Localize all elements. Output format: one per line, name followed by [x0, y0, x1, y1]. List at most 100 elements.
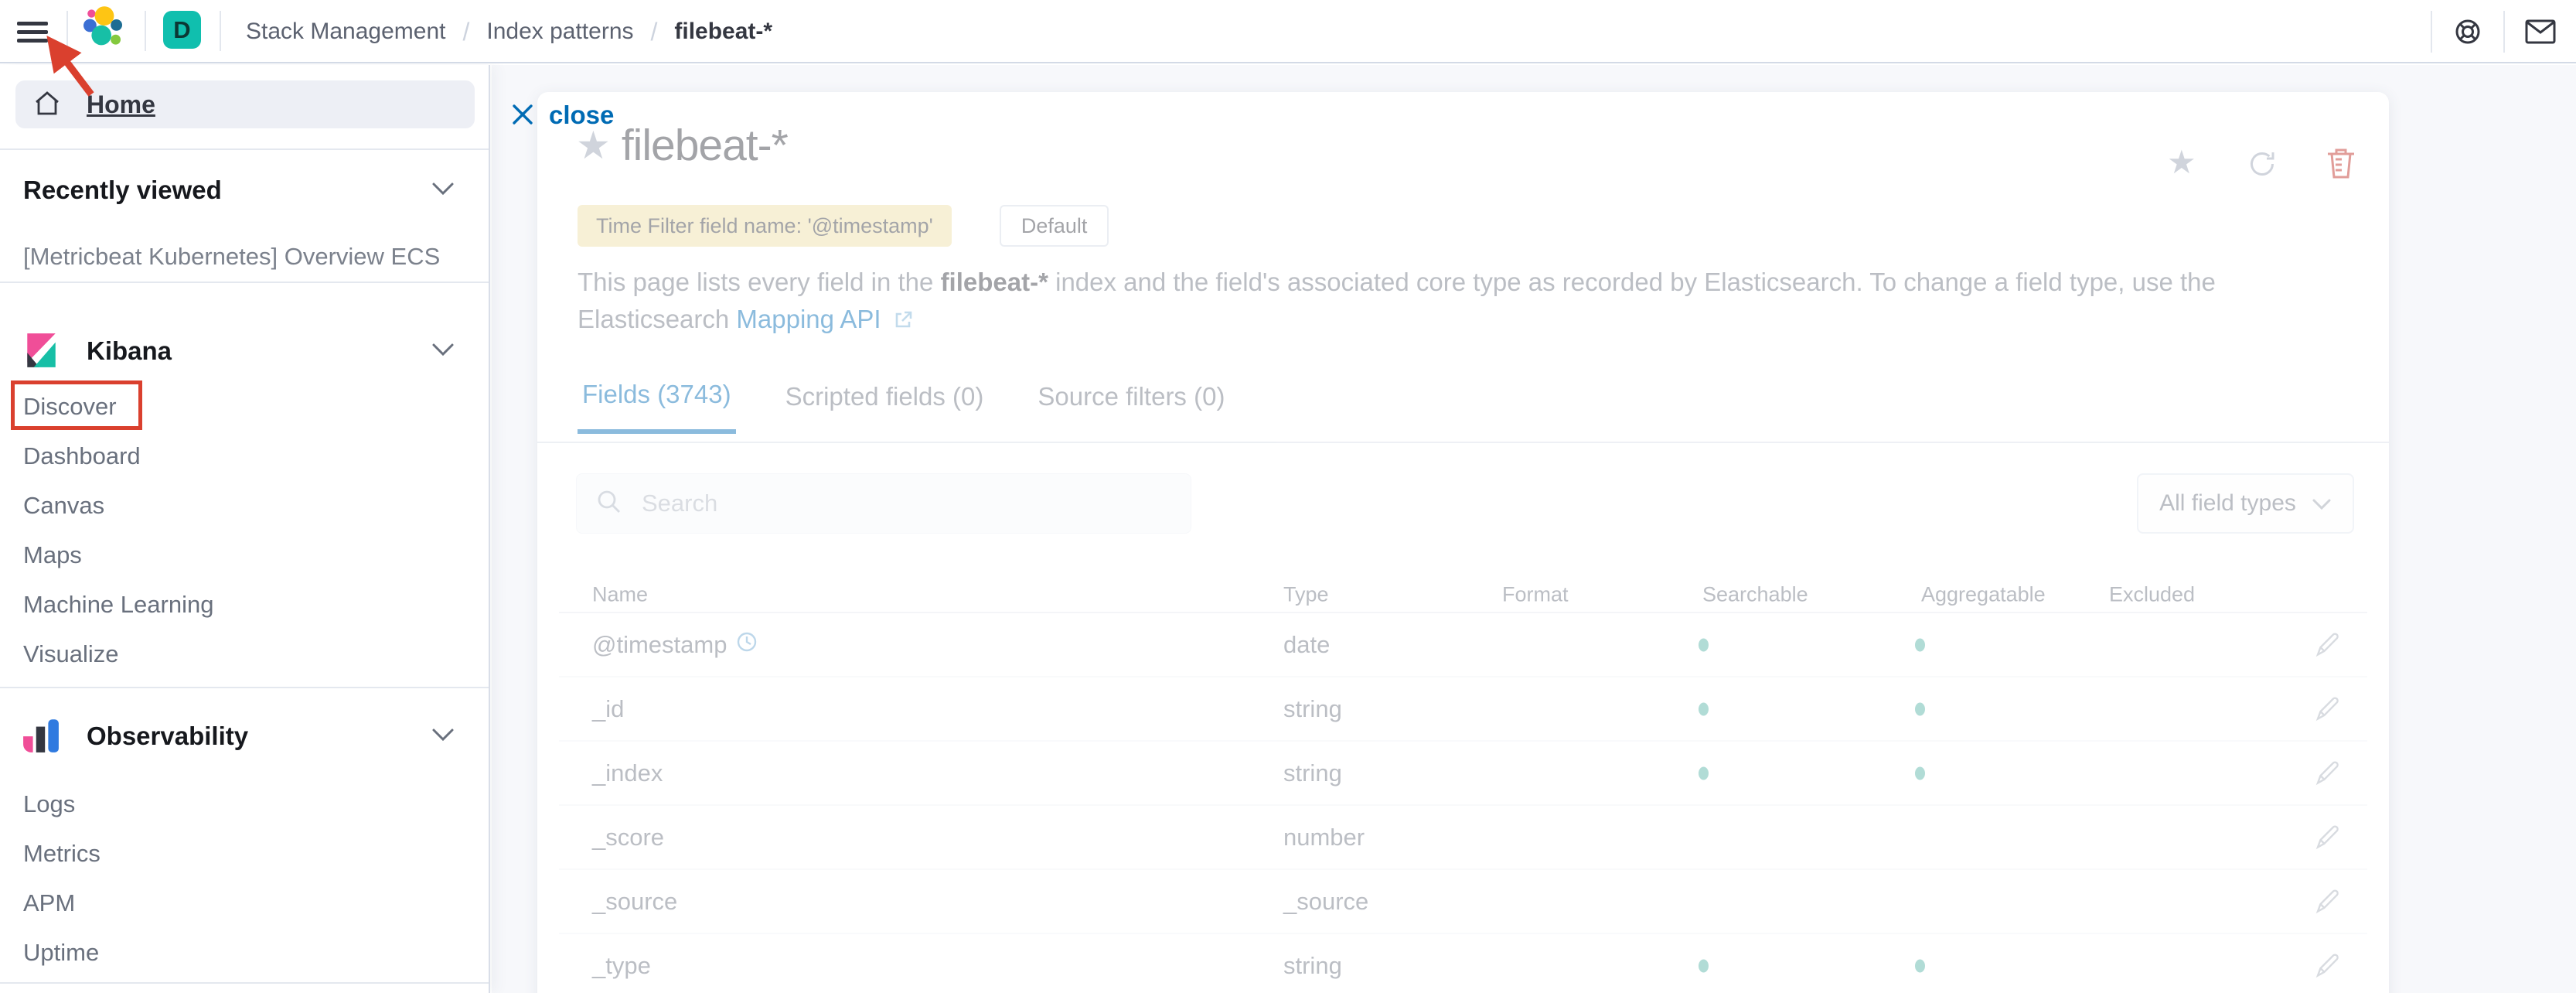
delete-trash-icon[interactable]: [2325, 146, 2357, 183]
table-row: _score number: [559, 806, 2367, 870]
sidebar-item-uptime[interactable]: Uptime: [0, 937, 489, 968]
header-divider: [66, 11, 68, 51]
section-title: Recently viewed: [23, 176, 222, 205]
table-row: _index string: [559, 742, 2367, 806]
main-content: close ★ filebeat-* ★: [492, 65, 2576, 993]
page-title: filebeat-*: [622, 120, 788, 171]
clock-time-field-icon: [736, 631, 758, 659]
field-type-filter-dropdown[interactable]: All field types: [2137, 473, 2354, 534]
sidebar-item-label: Home: [87, 90, 155, 119]
sidebar-divider: [0, 148, 489, 150]
observability-logo-icon: [22, 715, 60, 758]
time-filter-badge: Time Filter field name: '@timestamp': [578, 205, 952, 247]
observability-section-header[interactable]: Observability: [0, 715, 489, 758]
table-header-row: Name Type Format Searchable Aggregatable…: [559, 578, 2367, 612]
newsfeed-mail-icon[interactable]: [2505, 0, 2576, 63]
navigation-menu: Home Recently viewed [Metricbeat Kuberne…: [0, 65, 490, 993]
table-row: @timestamp date: [559, 613, 2367, 677]
tab-bar-border: [537, 442, 2389, 443]
tab-scripted-fields[interactable]: Scripted fields (0): [781, 380, 989, 434]
table-row: _type string: [559, 934, 2367, 993]
table-row: _source _source: [559, 870, 2367, 934]
edit-field-pencil-icon[interactable]: [2312, 630, 2340, 660]
description-text: This page lists every field in the: [578, 268, 941, 296]
help-icon[interactable]: [2432, 0, 2503, 63]
recently-viewed-item[interactable]: [Metricbeat Kubernetes] Overview ECS: [0, 241, 489, 272]
description-index-name: filebeat-*: [941, 268, 1048, 296]
sidebar-divider: [0, 282, 489, 283]
sidebar-item-metrics[interactable]: Metrics: [0, 838, 489, 869]
tab-source-filters[interactable]: Source filters (0): [1033, 380, 1229, 434]
field-type-cell: _source: [1283, 888, 1368, 916]
edit-field-pencil-icon[interactable]: [2312, 822, 2340, 852]
field-type-cell: number: [1283, 824, 1365, 851]
edit-field-pencil-icon[interactable]: [2312, 886, 2340, 916]
column-header-format: Format: [1502, 583, 1569, 607]
breadcrumb-index-patterns[interactable]: Index patterns: [486, 19, 633, 45]
field-name-cell: _type: [592, 952, 651, 980]
breadcrumb: Stack Management / Index patterns / file…: [246, 0, 772, 63]
chevron-down-icon: [431, 728, 455, 746]
sidebar-item-home[interactable]: Home: [15, 80, 475, 128]
top-navigation-bar: D Stack Management / Index patterns / fi…: [0, 0, 2576, 63]
search-input[interactable]: [642, 490, 1191, 517]
aggregatable-dot: [1915, 959, 1925, 972]
search-icon: [595, 488, 623, 520]
field-name: @timestamp: [592, 631, 727, 659]
searchable-dot: [1699, 959, 1709, 972]
sidebar-item-canvas[interactable]: Canvas: [0, 490, 489, 521]
page-description: This page lists every field in the fileb…: [578, 264, 2348, 340]
section-title: Observability: [87, 722, 248, 751]
column-header-searchable: Searchable: [1702, 583, 1808, 607]
external-link-icon: [893, 303, 913, 340]
field-name-cell: _id: [592, 695, 624, 723]
field-type-cell: string: [1283, 759, 1342, 787]
elastic-logo-icon[interactable]: [82, 6, 127, 58]
set-default-star-icon[interactable]: ★: [2167, 146, 2196, 179]
aggregatable-dot: [1915, 702, 1925, 715]
breadcrumb-separator: /: [651, 18, 658, 46]
refresh-icon[interactable]: [2246, 148, 2278, 183]
sidebar-item-logs[interactable]: Logs: [0, 789, 489, 820]
menu-hamburger-button[interactable]: [17, 19, 48, 45]
sidebar-item-dashboard[interactable]: Dashboard: [0, 441, 489, 472]
chevron-down-icon: [2312, 490, 2332, 517]
field-search-box: [576, 473, 1191, 534]
column-header-name: Name: [592, 583, 648, 607]
chevron-down-icon: [431, 182, 455, 200]
sidebar-item-discover[interactable]: Discover: [0, 391, 489, 422]
section-title: Kibana: [87, 336, 172, 366]
edit-field-pencil-icon[interactable]: [2312, 758, 2340, 788]
edit-field-pencil-icon[interactable]: [2312, 694, 2340, 724]
breadcrumb-stack-management[interactable]: Stack Management: [246, 19, 445, 45]
home-icon: [32, 89, 62, 121]
tab-bar: Fields (3743) Scripted fields (0) Source…: [578, 380, 1229, 434]
kibana-section-header[interactable]: Kibana: [0, 329, 489, 373]
space-avatar[interactable]: D: [163, 11, 201, 49]
tab-fields[interactable]: Fields (3743): [578, 380, 736, 434]
header-divider: [2431, 11, 2432, 53]
sidebar-item-apm[interactable]: APM: [0, 888, 489, 919]
edit-field-pencil-icon[interactable]: [2312, 950, 2340, 981]
field-name-cell: _source: [592, 888, 677, 916]
breadcrumb-current-page: filebeat-*: [674, 19, 772, 45]
sidebar-divider: [0, 982, 489, 984]
close-flyout-button[interactable]: close: [510, 101, 614, 130]
header-divider: [220, 11, 221, 51]
kibana-app: D Stack Management / Index patterns / fi…: [0, 0, 2576, 993]
sidebar-item-machine-learning[interactable]: Machine Learning: [0, 589, 489, 620]
sidebar-divider: [0, 687, 489, 688]
searchable-dot: [1699, 638, 1709, 651]
recently-viewed-header[interactable]: Recently viewed: [0, 169, 489, 212]
mapping-api-link[interactable]: Mapping API: [736, 305, 881, 333]
table-row: _id string: [559, 677, 2367, 742]
aggregatable-dot: [1915, 766, 1925, 780]
badge-row: Time Filter field name: '@timestamp' Def…: [578, 205, 1109, 247]
searchable-dot: [1699, 766, 1709, 780]
searchable-dot: [1699, 702, 1709, 715]
column-header-type: Type: [1283, 583, 1329, 607]
sidebar-item-maps[interactable]: Maps: [0, 540, 489, 571]
column-header-excluded: Excluded: [2109, 583, 2195, 607]
sidebar-item-visualize[interactable]: Visualize: [0, 639, 489, 670]
default-badge: Default: [1000, 205, 1109, 247]
